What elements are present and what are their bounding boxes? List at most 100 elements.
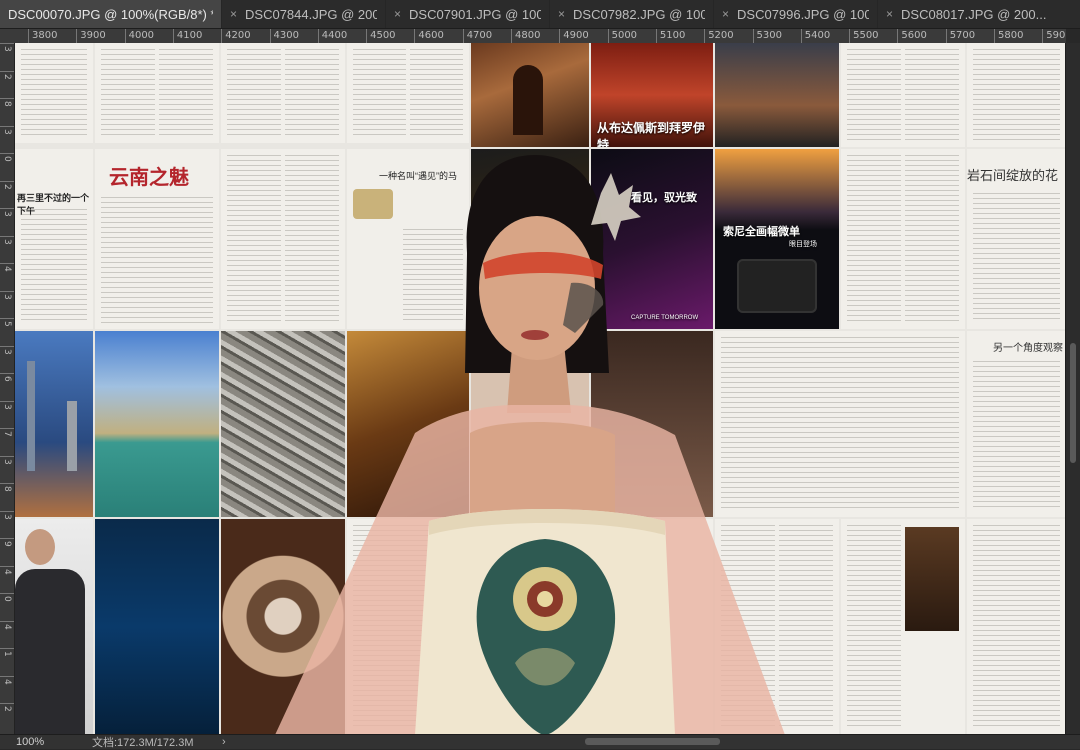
- page-headline: 另一个角度观察: [993, 343, 1063, 354]
- magazine-page: [841, 519, 965, 735]
- ruler-tick: 3: [0, 208, 14, 217]
- ruler-tick-label: 6: [2, 376, 12, 382]
- tab-label: DSC07901.JPG @ 100...: [409, 6, 541, 22]
- close-tab-icon[interactable]: ×: [230, 7, 237, 21]
- ruler-tick: 3: [0, 510, 14, 519]
- ruler-tick: 5100: [655, 29, 685, 43]
- magazine-page: [95, 43, 219, 143]
- magazine-page: [715, 331, 965, 517]
- ruler-tick: 4500: [366, 29, 396, 43]
- ruler-tick-label: 4: [2, 678, 12, 685]
- magazine-page: [841, 149, 965, 329]
- zoom-level[interactable]: 100%: [0, 736, 74, 748]
- scrollbar-thumb[interactable]: [1070, 343, 1076, 463]
- tab-dsc07996[interactable]: × DSC07996.JPG @ 100...: [714, 0, 878, 28]
- ruler-tick-label: 3: [2, 238, 12, 245]
- ruler-tick-label: 8: [2, 486, 12, 492]
- vertical-ruler[interactable]: 3 2 8 3 0 2 3 3 4 3 5 3 6 3 7 3 8 3 9 4 0 4 1 4 2: [0, 43, 15, 735]
- magazine-page: [967, 519, 1066, 735]
- ruler-tick-label: 7: [2, 431, 12, 437]
- close-tab-icon[interactable]: ×: [722, 7, 729, 21]
- ruler-tick: 2: [0, 180, 14, 189]
- ruler-tick-label: 5400: [804, 30, 831, 41]
- magazine-page: [967, 43, 1066, 147]
- tab-dsc08017[interactable]: × DSC08017.JPG @ 200...: [878, 0, 1080, 28]
- ruler-tick-label: 4100: [176, 30, 203, 41]
- ruler-tick: 5: [0, 318, 14, 327]
- close-tab-icon[interactable]: ×: [558, 7, 565, 21]
- ruler-tick: 4100: [172, 29, 202, 43]
- magazine-page: 云南之魅: [95, 149, 219, 329]
- ruler-tick: 3: [0, 455, 14, 464]
- ruler-tick-label: 5: [2, 321, 12, 327]
- tab-dsc07982[interactable]: × DSC07982.JPG @ 100...: [550, 0, 714, 28]
- close-tab-icon[interactable]: ×: [886, 7, 893, 21]
- ruler-tick: 8: [0, 98, 14, 107]
- photo-tile: [221, 519, 345, 735]
- vertical-scrollbar[interactable]: [1065, 43, 1080, 735]
- tab-label: DSC07996.JPG @ 100...: [737, 6, 869, 22]
- horizontal-scrollbar[interactable]: [240, 738, 1070, 746]
- ruler-tick-label: 5300: [756, 30, 782, 41]
- magazine-page: 一种名叫“遇见”的马: [347, 149, 469, 329]
- image-canvas[interactable]: 从布达佩斯到拜罗伊特 再三里不过的一个下午 云南之魅 一种名叫“遇见”的马 看见…: [15, 43, 1066, 735]
- ruler-tick-label: 3: [2, 46, 12, 52]
- document-size: 文档:172.3M/172.3M: [92, 737, 194, 749]
- magazine-page: 另一个角度观察: [967, 331, 1066, 517]
- ruler-tick-label: 3: [2, 513, 12, 520]
- tab-label: DSC08017.JPG @ 200...: [901, 6, 1047, 22]
- ruler-tick: 0: [0, 593, 14, 602]
- scrollbar-thumb[interactable]: [585, 738, 720, 745]
- ruler-tick: 8: [0, 483, 14, 492]
- ruler-tick: 3: [0, 125, 14, 134]
- ruler-tick: 4200: [221, 29, 251, 43]
- ruler-tick-label: 3: [2, 458, 12, 465]
- photo-tile: [95, 331, 219, 517]
- photo-tile: 看见，驭光致 CAPTURE TOMORROW: [591, 149, 713, 329]
- ruler-tick-label: 5000: [611, 30, 638, 41]
- ruler-tick-label: 5100: [659, 30, 686, 41]
- ruler-tick: 4: [0, 675, 14, 684]
- ruler-tick: 3800: [28, 29, 57, 43]
- close-tab-icon[interactable]: ×: [394, 7, 401, 21]
- horizontal-ruler[interactable]: 3800 3900 4000 4100 4200 4300 4400 4500 4600 4700…: [14, 29, 1066, 44]
- ruler-tick-label: 4400: [321, 30, 348, 41]
- sony-ad: 索尼全画幅微单 眼目登场: [715, 149, 839, 329]
- ruler-tick-label: 3: [2, 293, 12, 300]
- magazine-page: [841, 43, 965, 147]
- status-bar: 100% 文档:172.3M/172.3M ›: [0, 734, 1080, 749]
- photo-tile: [95, 519, 219, 735]
- ruler-tick: 5800: [994, 29, 1023, 43]
- ruler-tick: 5500: [849, 29, 879, 43]
- magazine-page: [347, 519, 469, 735]
- ruler-tick-label: 4900: [563, 30, 589, 41]
- ruler-tick-label: 3900: [80, 30, 106, 41]
- ruler-tick: 3: [0, 43, 14, 52]
- tab-label: DSC00070.JPG @ 100%(RGB/8*) *: [8, 6, 213, 22]
- ruler-tick-label: 4200: [225, 30, 251, 41]
- ruler-tick-label: 5900: [1046, 30, 1066, 41]
- sony-subline: 眼目登场: [789, 241, 817, 248]
- ruler-tick: 5700: [945, 29, 975, 43]
- ruler-tick: 0: [0, 153, 14, 162]
- ruler-corner[interactable]: [0, 29, 15, 44]
- ruler-tick-label: 4: [2, 623, 12, 630]
- status-menu-chevron-icon[interactable]: ›: [222, 736, 242, 748]
- ruler-tick-label: 3: [2, 403, 12, 410]
- page-headline: 一种名叫“遇见”的马: [379, 171, 457, 181]
- magazine-page: [347, 43, 469, 143]
- tab-dsc07901[interactable]: × DSC07901.JPG @ 100...: [386, 0, 550, 28]
- ruler-tick: 4700: [462, 29, 492, 43]
- ruler-tick-label: 4000: [128, 30, 155, 41]
- ruler-tick: 4: [0, 263, 14, 272]
- ruler-tick-label: 2: [2, 183, 12, 190]
- ruler-tick-label: 4: [2, 568, 12, 575]
- ruler-tick-label: 2: [2, 73, 12, 80]
- ruler-tick-label: 4300: [273, 30, 299, 41]
- ruler-tick: 4: [0, 565, 14, 574]
- capture-caption: CAPTURE TOMORROW: [631, 315, 699, 321]
- ruler-tick-label: 3800: [32, 30, 58, 41]
- tab-dsc00070[interactable]: × DSC00070.JPG @ 100%(RGB/8*) *: [0, 0, 222, 28]
- tab-dsc07844[interactable]: × DSC07844.JPG @ 200...: [222, 0, 386, 28]
- ruler-tick-label: 2: [2, 706, 12, 712]
